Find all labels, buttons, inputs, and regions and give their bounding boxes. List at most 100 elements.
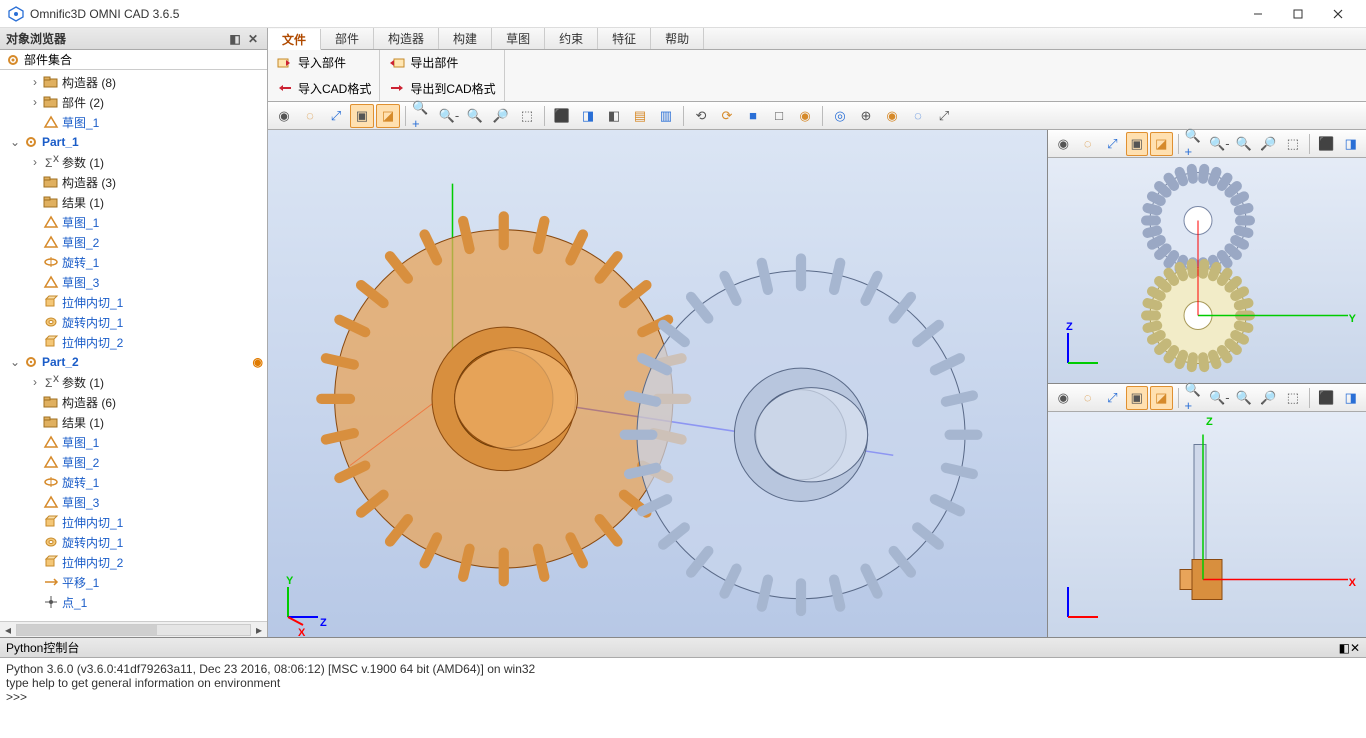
panel-close-button[interactable]: ✕ xyxy=(245,31,261,47)
minimize-button[interactable] xyxy=(1238,0,1278,28)
toolbar-button[interactable]: ◪ xyxy=(1150,132,1173,156)
console-close-button[interactable]: ✕ xyxy=(1350,641,1360,655)
toolbar-button[interactable]: 🔍 xyxy=(1233,132,1256,156)
tree-item[interactable]: ⌄Part_2◉ xyxy=(0,352,267,372)
toolbar-button[interactable]: 🔎 xyxy=(1257,132,1280,156)
tab-2[interactable]: 构造器 xyxy=(374,28,439,49)
tree-twisty-icon[interactable]: › xyxy=(28,375,42,389)
toolbar-button[interactable]: ⤢ xyxy=(324,104,348,128)
export-part-button[interactable]: 导出部件 xyxy=(380,50,503,76)
tree-item[interactable]: ⌄Part_1 xyxy=(0,132,267,152)
tree-item[interactable]: 平移_1 xyxy=(0,572,267,592)
scroll-track[interactable] xyxy=(16,624,251,636)
toolbar-button[interactable]: ◉ xyxy=(1052,386,1075,410)
console-float-button[interactable]: ◧ xyxy=(1339,641,1350,655)
toolbar-button[interactable]: ◌ xyxy=(1077,132,1100,156)
toolbar-button[interactable]: ■ xyxy=(741,104,765,128)
tab-6[interactable]: 特征 xyxy=(598,28,651,49)
tree-item[interactable]: 拉伸内切_1 xyxy=(0,292,267,312)
tab-7[interactable]: 帮助 xyxy=(651,28,704,49)
tree-item[interactable]: 构造器 (6) xyxy=(0,392,267,412)
toolbar-button[interactable]: ⤢ xyxy=(1101,386,1124,410)
toolbar-button[interactable]: ⤢ xyxy=(1101,132,1124,156)
tab-1[interactable]: 部件 xyxy=(321,28,374,49)
tree-item[interactable]: 构造器 (3) xyxy=(0,172,267,192)
toolbar-button[interactable]: ▣ xyxy=(1126,132,1149,156)
toolbar-button[interactable]: 🔍+ xyxy=(1184,132,1207,156)
tree-item[interactable]: ›Σx参数 (1) xyxy=(0,372,267,392)
toolbar-button[interactable]: ◉ xyxy=(793,104,817,128)
toolbar-button[interactable]: ▥ xyxy=(654,104,678,128)
tree-root-header[interactable]: 部件集合 xyxy=(0,50,267,70)
toolbar-button[interactable]: ⬚ xyxy=(1282,386,1305,410)
tree-item[interactable]: 结果 (1) xyxy=(0,412,267,432)
tree-item[interactable]: 草图_3 xyxy=(0,492,267,512)
toolbar-button[interactable]: ▣ xyxy=(1126,386,1149,410)
tree-twisty-icon[interactable]: › xyxy=(28,95,42,109)
panel-float-button[interactable]: ◧ xyxy=(227,31,243,47)
tab-0[interactable]: 文件 xyxy=(268,29,321,50)
tree-item[interactable]: 草图_3 xyxy=(0,272,267,292)
toolbar-button[interactable]: 🔎 xyxy=(489,104,513,128)
toolbar-button[interactable]: ⬚ xyxy=(515,104,539,128)
main-viewport[interactable]: Y Z X xyxy=(268,130,1048,637)
toolbar-button[interactable]: ▣ xyxy=(350,104,374,128)
toolbar-button[interactable]: ◨ xyxy=(1340,386,1363,410)
tab-3[interactable]: 构建 xyxy=(439,28,492,49)
tree-item[interactable]: 草图_2 xyxy=(0,452,267,472)
tree-item[interactable]: ›Σx参数 (1) xyxy=(0,152,267,172)
toolbar-button[interactable]: ⬛ xyxy=(1315,132,1338,156)
tree-item[interactable]: 草图_1 xyxy=(0,112,267,132)
scroll-left-icon[interactable]: ◂ xyxy=(0,623,16,637)
toolbar-button[interactable]: ⬛ xyxy=(550,104,574,128)
tree-item[interactable]: 草图_1 xyxy=(0,212,267,232)
tree-item[interactable]: 旋转_1 xyxy=(0,472,267,492)
tree-item[interactable]: 结果 (1) xyxy=(0,192,267,212)
toolbar-button[interactable]: ◨ xyxy=(1340,132,1363,156)
toolbar-button[interactable]: 🔍+ xyxy=(1184,386,1207,410)
toolbar-button[interactable]: 🔍- xyxy=(1208,386,1231,410)
export-cad-button[interactable]: 导出到CAD格式 xyxy=(380,76,503,102)
scroll-right-icon[interactable]: ▸ xyxy=(251,623,267,637)
bottom-right-viewport[interactable]: ◉◌⤢▣◪🔍+🔍-🔍🔎⬚⬛◨ X Z xyxy=(1048,384,1366,637)
tree-item[interactable]: ›构造器 (8) xyxy=(0,72,267,92)
toolbar-button[interactable]: ▤ xyxy=(628,104,652,128)
tree-twisty-icon[interactable]: › xyxy=(28,75,42,89)
top-right-viewport[interactable]: ◉◌⤢▣◪🔍+🔍-🔍🔎⬚⬛◨ Y Z xyxy=(1048,130,1366,384)
toolbar-button[interactable]: ⟳ xyxy=(715,104,739,128)
toolbar-button[interactable]: ◉ xyxy=(880,104,904,128)
console-output[interactable]: Python 3.6.0 (v3.6.0:41df79263a11, Dec 2… xyxy=(0,658,1366,738)
tree-item[interactable]: 旋转内切_1 xyxy=(0,312,267,332)
tree-item[interactable]: 拉伸内切_2 xyxy=(0,552,267,572)
toolbar-button[interactable]: ◉ xyxy=(1052,132,1075,156)
tree-twisty-icon[interactable]: ⌄ xyxy=(8,355,22,369)
tree-item[interactable]: ›部件 (2) xyxy=(0,92,267,112)
toolbar-button[interactable]: ⬛ xyxy=(1315,386,1338,410)
scroll-thumb[interactable] xyxy=(17,625,157,635)
toolbar-button[interactable]: ⬚ xyxy=(1282,132,1305,156)
import-part-button[interactable]: 导入部件 xyxy=(268,50,379,76)
tree-twisty-icon[interactable]: ⌄ xyxy=(8,135,22,149)
toolbar-button[interactable]: 🔍- xyxy=(437,104,461,128)
maximize-button[interactable] xyxy=(1278,0,1318,28)
tree-hscrollbar[interactable]: ◂ ▸ xyxy=(0,621,267,637)
tree-item[interactable]: 草图_2 xyxy=(0,232,267,252)
tab-4[interactable]: 草图 xyxy=(492,28,545,49)
tree-item[interactable]: 旋转_1 xyxy=(0,252,267,272)
toolbar-button[interactable]: □ xyxy=(767,104,791,128)
toolbar-button[interactable]: ⟲ xyxy=(689,104,713,128)
toolbar-button[interactable]: ⤢ xyxy=(932,104,956,128)
toolbar-button[interactable]: ◧ xyxy=(602,104,626,128)
toolbar-button[interactable]: ⊕ xyxy=(854,104,878,128)
toolbar-button[interactable]: 🔍 xyxy=(463,104,487,128)
import-cad-button[interactable]: 导入CAD格式 xyxy=(268,76,379,102)
tree-item[interactable]: 草图_1 xyxy=(0,432,267,452)
toolbar-button[interactable]: ◌ xyxy=(1077,386,1100,410)
toolbar-button[interactable]: 🔎 xyxy=(1257,386,1280,410)
toolbar-button[interactable]: ◌ xyxy=(298,104,322,128)
toolbar-button[interactable]: 🔍+ xyxy=(411,104,435,128)
tree-item[interactable]: 旋转内切_1 xyxy=(0,532,267,552)
toolbar-button[interactable]: ◪ xyxy=(1150,386,1173,410)
tab-5[interactable]: 约束 xyxy=(545,28,598,49)
object-tree[interactable]: ›构造器 (8)›部件 (2)草图_1⌄Part_1›Σx参数 (1)构造器 (… xyxy=(0,70,267,621)
